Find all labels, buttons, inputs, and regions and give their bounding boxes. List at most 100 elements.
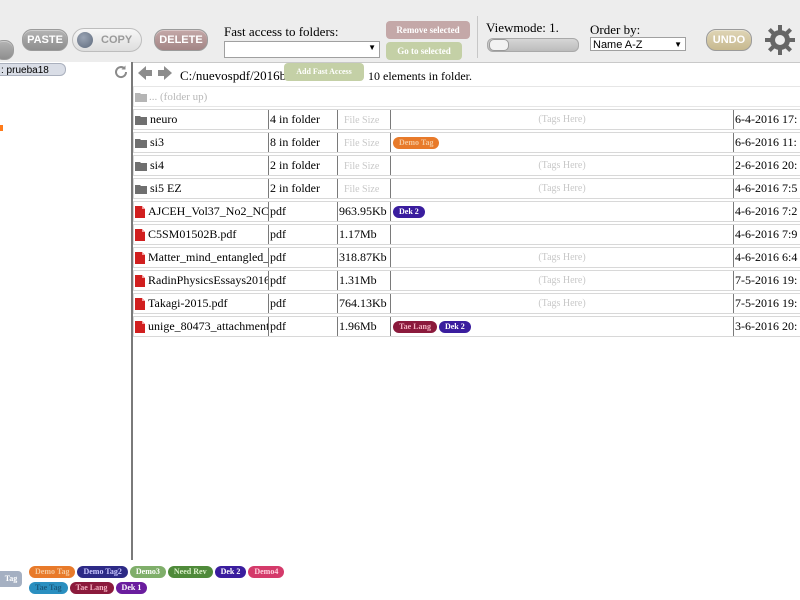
file-date: 4-6-2016 7:9 bbox=[735, 227, 798, 241]
delete-button[interactable]: DELETE bbox=[154, 29, 208, 51]
left-edge-button[interactable] bbox=[0, 40, 14, 60]
file-row[interactable]: C5SM01502B.pdf pdf 1.17Mb 4-6-2016 7:9 bbox=[133, 224, 800, 245]
file-type: pdf bbox=[270, 273, 286, 287]
file-row[interactable]: unige_80473_attachment pdf 1.96Mb Tae Lang D… bbox=[133, 316, 800, 337]
tags-placeholder: (Tags Here) bbox=[538, 298, 586, 309]
file-row[interactable]: RadinPhysicsEssays2016 pdf 1.31Mb (Tags Her… bbox=[133, 270, 800, 291]
file-tags-cell[interactable]: (Tags Here) bbox=[390, 179, 733, 198]
file-tags-cell[interactable]: Demo Tag bbox=[390, 133, 733, 152]
file-name: unige_80473_attachment bbox=[148, 319, 268, 333]
file-tags-cell[interactable]: (Tags Here) bbox=[390, 156, 733, 175]
folder-icon bbox=[135, 93, 147, 103]
file-name: RadinPhysicsEssays2016 bbox=[148, 273, 268, 287]
tag-bank-chip[interactable]: Dek 1 bbox=[115, 581, 148, 594]
tag-bank-chip[interactable]: Demo Tag2 bbox=[77, 566, 128, 579]
undo-button[interactable]: UNDO bbox=[706, 29, 752, 51]
tag-bank-chip[interactable]: Tae Tag bbox=[29, 581, 68, 594]
file-type-cell: pdf bbox=[268, 271, 337, 290]
file-size: 1.96Mb bbox=[339, 319, 377, 333]
viewmode-slider[interactable] bbox=[487, 38, 579, 52]
back-arrow-icon[interactable] bbox=[136, 64, 154, 82]
file-date-cell: 7-5-2016 19: bbox=[733, 271, 800, 290]
file-date-cell: 7-5-2016 19: bbox=[733, 294, 800, 313]
order-by-label: Order by: bbox=[590, 22, 641, 37]
file-name-cell[interactable]: Matter_mind_entangled_ bbox=[134, 248, 268, 267]
file-name-cell[interactable]: AJCEH_Vol37_No2_NC bbox=[134, 202, 268, 221]
fast-access-select[interactable]: ▼ bbox=[224, 41, 380, 58]
paste-button[interactable]: PASTE bbox=[22, 29, 68, 51]
tag-bank-chip[interactable]: Demo Tag bbox=[29, 566, 76, 579]
file-tags-cell[interactable]: Tae Lang Dek 2 bbox=[390, 317, 733, 336]
file-name-cell[interactable]: unige_80473_attachment bbox=[134, 317, 268, 336]
file-size-cell: 318.87Kb bbox=[337, 248, 390, 267]
file-list: ... (folder up) neuro 4 in folder File Siz… bbox=[133, 86, 800, 339]
file-type: pdf bbox=[270, 250, 286, 264]
tag-chip[interactable]: Tae Lang bbox=[393, 321, 437, 334]
file-name: neuro bbox=[150, 112, 178, 126]
tree-item-prueba18[interactable]: : prueba18 bbox=[0, 63, 66, 76]
file-size: 963.95Kb bbox=[339, 204, 387, 218]
file-size-placeholder: File Size bbox=[344, 115, 380, 126]
file-row[interactable]: AJCEH_Vol37_No2_NC pdf 963.95Kb Dek 2 4-6-20… bbox=[133, 201, 800, 222]
file-type-cell: 2 in folder bbox=[268, 156, 337, 175]
file-date: 6-6-2016 11: bbox=[735, 135, 797, 149]
tag-chip[interactable]: Demo Tag bbox=[393, 137, 440, 150]
file-row[interactable]: Matter_mind_entangled_ pdf 318.87Kb (Tags H… bbox=[133, 247, 800, 268]
file-type: 4 in folder bbox=[270, 112, 320, 126]
order-by-select[interactable]: Name A-Z ▼ bbox=[590, 37, 686, 51]
file-row[interactable]: si5 EZ 2 in folder File Size (Tags Here) 4-6… bbox=[133, 178, 800, 199]
tag-bank-chip[interactable]: Tae Lang bbox=[69, 581, 114, 594]
folder-up-row[interactable]: ... (folder up) bbox=[133, 86, 800, 107]
refresh-icon[interactable] bbox=[113, 64, 129, 80]
go-to-selected-button[interactable]: Go to selected bbox=[386, 42, 462, 60]
gear-icon[interactable] bbox=[764, 24, 796, 56]
file-tags-cell[interactable]: Dek 2 bbox=[390, 202, 733, 221]
file-date-cell: 4-6-2016 7:5 bbox=[733, 179, 800, 198]
tag-bank-chip[interactable]: Demo3 bbox=[129, 566, 166, 579]
viewmode-slider-handle[interactable] bbox=[489, 39, 509, 51]
file-size: 1.31Mb bbox=[339, 273, 377, 287]
file-type-cell: 2 in folder bbox=[268, 179, 337, 198]
pdf-icon bbox=[135, 229, 145, 242]
copy-knob-icon bbox=[77, 32, 93, 48]
folder-tree-panel bbox=[0, 62, 131, 560]
selection-marker bbox=[0, 125, 3, 131]
file-type-cell: 4 in folder bbox=[268, 110, 337, 129]
file-tags-cell[interactable]: (Tags Here) bbox=[390, 271, 733, 290]
file-type-cell: 8 in folder bbox=[268, 133, 337, 152]
tag-chip[interactable]: Dek 2 bbox=[393, 206, 425, 219]
file-name-cell[interactable]: RadinPhysicsEssays2016 bbox=[134, 271, 268, 290]
tag-bank-chip[interactable]: Dek 2 bbox=[214, 566, 247, 579]
file-date: 7-5-2016 19: bbox=[735, 296, 798, 310]
file-name-cell[interactable]: si4 bbox=[134, 156, 268, 175]
tag-button[interactable]: Tag bbox=[0, 571, 22, 587]
file-row[interactable]: si3 8 in folder File Size Demo Tag 6-6-2016 … bbox=[133, 132, 800, 153]
file-size-cell: 1.96Mb bbox=[337, 317, 390, 336]
file-date: 2-6-2016 20: bbox=[735, 158, 798, 172]
copy-button[interactable]: COPY bbox=[72, 28, 142, 52]
file-row[interactable]: Takagi-2015.pdf pdf 764.13Kb (Tags Here) 7-5… bbox=[133, 293, 800, 314]
tag-bank-chip[interactable]: Need Rev bbox=[167, 566, 213, 579]
file-name-cell[interactable]: neuro bbox=[134, 110, 268, 129]
file-tags-cell[interactable]: (Tags Here) bbox=[390, 248, 733, 267]
add-fast-access-button[interactable]: Add Fast Access bbox=[284, 63, 364, 81]
file-name-cell[interactable]: Takagi-2015.pdf bbox=[134, 294, 268, 313]
file-name-cell[interactable]: si3 bbox=[134, 133, 268, 152]
tags-placeholder: (Tags Here) bbox=[538, 275, 586, 286]
forward-arrow-icon[interactable] bbox=[156, 64, 174, 82]
file-tags-cell[interactable]: (Tags Here) bbox=[390, 294, 733, 313]
folder-up-label: ... (folder up) bbox=[149, 91, 208, 103]
file-size-cell: File Size bbox=[337, 179, 390, 198]
file-row[interactable]: neuro 4 in folder File Size (Tags Here) 6-4-… bbox=[133, 109, 800, 130]
file-name-cell[interactable]: si5 EZ bbox=[134, 179, 268, 198]
remove-selected-button[interactable]: Remove selected bbox=[386, 21, 470, 39]
tag-bank-chip[interactable]: Demo4 bbox=[248, 566, 285, 579]
tag-chip[interactable]: Dek 2 bbox=[438, 321, 471, 334]
file-row[interactable]: si4 2 in folder File Size (Tags Here) 2-6-20… bbox=[133, 155, 800, 176]
file-date: 4-6-2016 7:2 bbox=[735, 204, 798, 218]
file-tags-cell[interactable]: (Tags Here) bbox=[390, 110, 733, 129]
file-type: pdf bbox=[270, 319, 286, 333]
folder-icon bbox=[135, 139, 147, 149]
file-name-cell[interactable]: C5SM01502B.pdf bbox=[134, 225, 268, 244]
file-tags-cell[interactable] bbox=[390, 225, 733, 244]
